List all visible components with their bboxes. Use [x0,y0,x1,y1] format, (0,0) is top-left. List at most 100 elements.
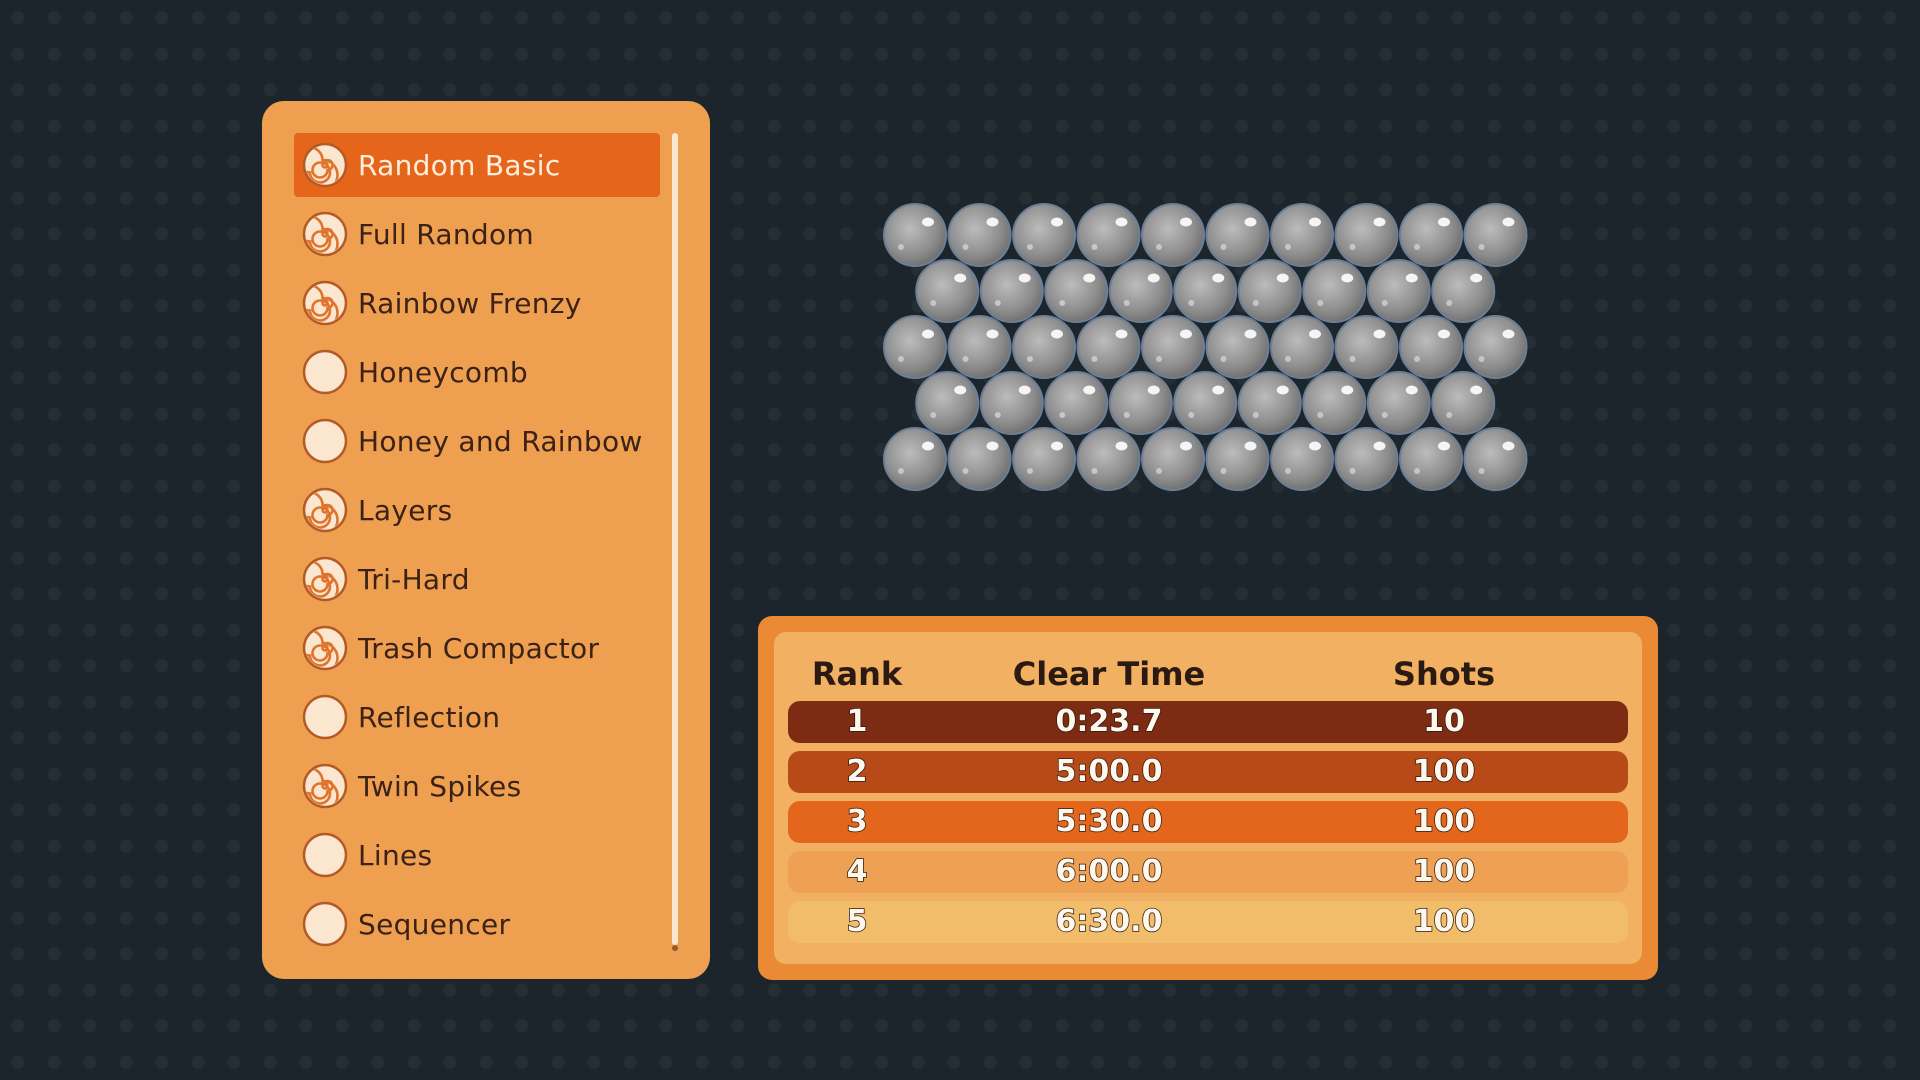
row-clear-time: 5:30.0 [1055,803,1163,840]
level-item-label: Honey and Rainbow [358,424,643,458]
bubble [1012,203,1076,267]
bubble [1270,427,1334,491]
level-preview-board [883,203,1528,491]
level-item-label: Sequencer [358,907,511,941]
level-item[interactable]: Tri-Hard [294,547,660,611]
level-item-label: Lines [358,838,433,872]
level-item-label: Layers [358,493,453,527]
level-item[interactable]: Random Basic [294,133,660,197]
level-item-label: Reflection [358,700,501,734]
leaderboard-row: 1 0:23.7 10 [788,701,1628,743]
bubble [1399,427,1463,491]
bubble [947,315,1012,379]
header-rank: Rank [811,655,903,693]
leaderboard-row: 3 5:30.0 100 [788,801,1628,843]
bubble [1463,315,1528,379]
level-item-label: Tri-Hard [358,562,470,596]
bubble [1270,203,1334,267]
level-item[interactable]: Honey and Rainbow [294,409,660,473]
bubble [1173,259,1238,323]
empty-circle-icon [302,832,348,878]
bubble [915,371,980,435]
bubble [883,315,947,379]
row-clear-time: 0:23.7 [1055,703,1163,740]
bubble [1463,427,1528,491]
level-list-scrollbar[interactable] [672,133,678,951]
level-item-label: Random Basic [358,148,561,182]
bubble [1399,315,1463,379]
spiral-icon [302,487,348,533]
row-rank: 5 [846,903,868,940]
bubble [1399,203,1463,267]
level-list: Random Basic Full Random Rainbow Frenzy Hon… [294,133,660,961]
level-item-label: Full Random [358,217,535,251]
row-shots: 100 [1412,803,1476,840]
spiral-icon [302,142,348,188]
bubble [1431,259,1496,323]
row-rank: 3 [846,803,868,840]
spiral-icon [302,211,348,257]
bubble [1205,315,1270,379]
row-clear-time: 6:30.0 [1055,903,1163,940]
level-item[interactable]: Rainbow Frenzy [294,271,660,335]
bubble [883,427,947,491]
level-item[interactable]: Trash Compactor [294,616,660,680]
bubble [1141,427,1205,491]
spiral-icon [302,280,348,326]
bubble [1044,371,1109,435]
spiral-icon [302,763,348,809]
level-item[interactable]: Lines [294,823,660,887]
leaderboard-header: Rank Clear Time Shots [774,652,1642,696]
spiral-icon [302,556,348,602]
bubble [1205,427,1270,491]
level-item[interactable]: Reflection [294,685,660,749]
bubble [1141,315,1205,379]
level-item[interactable]: Layers [294,478,660,542]
bubble [1108,371,1173,435]
bubble [1366,371,1431,435]
bubble [1012,427,1076,491]
empty-circle-icon [302,694,348,740]
bubble [1108,259,1173,323]
row-clear-time: 5:00.0 [1055,753,1163,790]
header-clear-time: Clear Time [1012,655,1206,693]
bubble [1205,203,1270,267]
bubble [1334,427,1399,491]
row-rank: 1 [846,703,868,740]
row-shots: 100 [1412,753,1476,790]
bubble [1431,371,1496,435]
level-item-label: Honeycomb [358,355,529,389]
empty-circle-icon [302,901,348,947]
level-item[interactable]: Honeycomb [294,340,660,404]
bubble [1076,315,1141,379]
bubble [947,203,1012,267]
header-shots: Shots [1392,655,1496,693]
level-item[interactable]: Twin Spikes [294,754,660,818]
bubble [1237,259,1302,323]
row-shots: 10 [1422,703,1465,740]
row-clear-time: 6:00.0 [1055,853,1163,890]
bubble [915,259,980,323]
empty-circle-icon [302,418,348,464]
bubble [947,427,1012,491]
bubble [883,203,947,267]
bubble [1463,203,1528,267]
bubble [1173,371,1238,435]
bubble [1044,259,1109,323]
row-shots: 100 [1412,903,1476,940]
leaderboard-row: 5 6:30.0 100 [788,901,1628,943]
spiral-icon [302,625,348,671]
row-rank: 2 [846,753,868,790]
bubble [1076,427,1141,491]
empty-circle-icon [302,349,348,395]
level-item[interactable]: Full Random [294,202,660,266]
leaderboard-table: Rank Clear Time Shots 1 0:23.7 10 2 5:00… [774,632,1642,964]
bubble [1302,371,1367,435]
level-item-label: Rainbow Frenzy [358,286,582,320]
level-item[interactable]: Sequencer [294,892,660,956]
bubble [979,371,1044,435]
bubble [1076,203,1141,267]
bubble [1334,203,1399,267]
row-rank: 4 [846,853,868,890]
leaderboard-panel: Rank Clear Time Shots 1 0:23.7 10 2 5:00… [758,616,1658,980]
